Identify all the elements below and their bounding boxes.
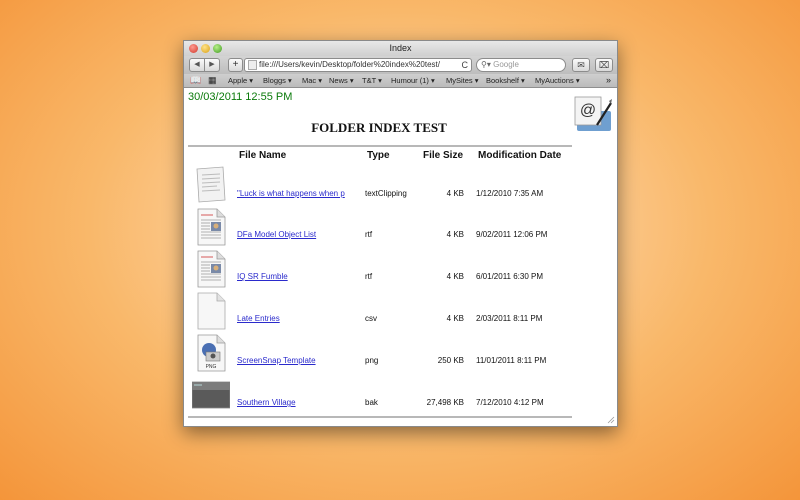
bookmark-bookshelf[interactable]: Bookshelf ▾ [486, 74, 525, 87]
bookmark-myauctions[interactable]: MyAuctions ▾ [535, 74, 580, 87]
toolbar: ◀ ▶ + file:///Users/kevin/Desktop/folder… [184, 56, 617, 74]
png-label: PNG [206, 364, 217, 370]
file-type: csv [365, 314, 377, 323]
header-divider [188, 145, 572, 147]
bookmark-tt[interactable]: T&T ▾ [362, 74, 382, 87]
bookmarks-bar: 📖 ▦ Apple ▾ Bloggs ▾ Mac ▾ News ▾ T&T ▾ … [184, 74, 617, 88]
search-input[interactable]: ⚲▾ Google [476, 58, 566, 72]
file-date: 9/02/2011 12:06 PM [476, 230, 548, 239]
table-row: Late Entries csv 4 KB 2/03/2011 8:11 PM [184, 292, 584, 332]
table-row: Southern Village bak 27,498 KB 7/12/2010… [184, 376, 584, 416]
file-date: 6/01/2011 6:30 PM [476, 272, 544, 281]
mail-icon[interactable]: ✉ [572, 58, 590, 72]
bookmark-mysites[interactable]: MySites ▾ [446, 74, 479, 87]
minimize-button[interactable] [201, 44, 210, 53]
top-sites-icon[interactable]: ▦ [208, 74, 217, 87]
forward-button[interactable]: ▶ [205, 58, 220, 72]
rtf-document-icon [197, 250, 226, 288]
file-size: 27,498 KB [426, 398, 464, 407]
file-size: 4 KB [446, 230, 464, 239]
file-type: textClipping [365, 189, 407, 198]
file-size: 250 KB [437, 356, 464, 365]
add-bookmark-button[interactable]: + [228, 58, 243, 72]
zoom-button[interactable] [213, 44, 222, 53]
bookmark-bloggs[interactable]: Bloggs ▾ [263, 74, 292, 87]
folder-email-icon: @ [574, 96, 612, 131]
file-date: 7/12/2010 4:12 PM [476, 398, 544, 407]
svg-text:@: @ [580, 102, 596, 119]
file-date: 2/03/2011 8:11 PM [476, 314, 543, 323]
png-image-icon: PNG [197, 334, 226, 372]
file-link[interactable]: Southern Village [237, 398, 360, 407]
snapshot-icon[interactable]: ⌧ [595, 58, 613, 72]
file-type: png [365, 356, 379, 365]
file-link[interactable]: DFa Model Object List [237, 230, 360, 239]
table-row: PNG ScreenSnap Template png 250 KB 11/01… [184, 334, 584, 374]
bookmark-mac[interactable]: Mac ▾ [302, 74, 322, 87]
table-row: "Luck is what happens when p textClippin… [184, 166, 584, 206]
bookmark-humour[interactable]: Humour (1) ▾ [391, 74, 435, 87]
reading-list-icon[interactable]: 📖 [190, 74, 201, 87]
file-size: 4 KB [446, 314, 464, 323]
image-thumbnail-icon [192, 381, 230, 409]
browser-window: Index ◀ ▶ + file:///Users/kevin/Desktop/… [183, 40, 618, 427]
file-size: 4 KB [446, 189, 464, 198]
address-field[interactable]: file:///Users/kevin/Desktop/folder%20ind… [244, 58, 472, 72]
rtf-document-icon [197, 208, 226, 246]
window-title: Index [389, 43, 412, 53]
bookmark-apple[interactable]: Apple ▾ [228, 74, 253, 87]
bookmark-news[interactable]: News ▾ [329, 74, 354, 87]
reload-icon[interactable]: C [459, 59, 468, 71]
file-date: 11/01/2011 8:11 PM [476, 356, 547, 365]
page-title: FOLDER INDEX TEST [311, 120, 447, 135]
column-header-type: Type [367, 150, 390, 161]
file-link[interactable]: Late Entries [237, 314, 360, 323]
close-button[interactable] [189, 44, 198, 53]
page-favicon-icon [248, 60, 257, 70]
table-row: IQ SR Fumble rtf 4 KB 6/01/2011 6:30 PM [184, 250, 584, 290]
footer-divider [188, 416, 572, 418]
search-placeholder: Google [493, 60, 519, 69]
more-bookmarks-icon[interactable]: » [606, 74, 611, 87]
column-header-size: File Size [423, 150, 464, 161]
blank-document-icon [197, 292, 226, 330]
table-row: DFa Model Object List rtf 4 KB 9/02/2011… [184, 208, 584, 248]
file-type: rtf [365, 230, 373, 239]
back-button[interactable]: ◀ [189, 58, 205, 72]
file-date: 1/12/2010 7:35 AM [476, 189, 544, 198]
file-link[interactable]: IQ SR Fumble [237, 272, 360, 281]
search-icon: ⚲▾ [481, 60, 491, 69]
column-header-name: File Name [239, 150, 287, 161]
column-header-date: Modification Date [478, 150, 562, 161]
file-type: rtf [365, 272, 373, 281]
file-size: 4 KB [446, 272, 464, 281]
text-clipping-icon [196, 166, 226, 203]
resize-grip-icon[interactable] [607, 416, 615, 424]
file-link[interactable]: "Luck is what happens when p [237, 189, 360, 198]
file-type: bak [365, 398, 378, 407]
title-bar[interactable]: Index [184, 41, 617, 56]
address-text: file:///Users/kevin/Desktop/folder%20ind… [259, 60, 440, 69]
page-content: 30/03/2011 12:55 PM @ FOLDER INDEX TEST … [184, 88, 617, 426]
page-datetime: 30/03/2011 12:55 PM [188, 91, 293, 103]
file-link[interactable]: ScreenSnap Template [237, 356, 360, 365]
